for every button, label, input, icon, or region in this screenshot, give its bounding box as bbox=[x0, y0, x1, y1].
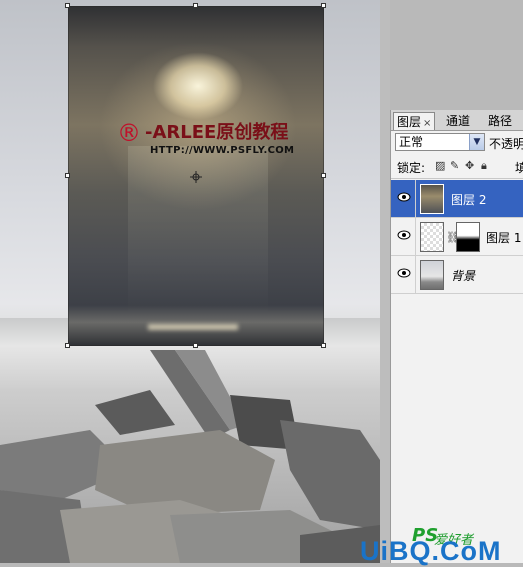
registered-mark: ® bbox=[117, 119, 141, 147]
blend-mode-select[interactable]: 正常 ▼ bbox=[395, 133, 485, 151]
watermark-url: HTTP://WWW.PSFLY.COM bbox=[150, 145, 295, 156]
background-photo-rocks bbox=[0, 350, 380, 563]
transform-handle-top-left[interactable] bbox=[65, 3, 70, 8]
opacity-label: 不透明 bbox=[489, 137, 523, 151]
layer-name[interactable]: 图层 1 bbox=[486, 229, 521, 246]
transform-handle-bottom-center[interactable] bbox=[193, 343, 198, 348]
watermark-title: -ARLEE原创教程 bbox=[145, 122, 289, 143]
layer-row-layer-2[interactable]: 图层 2 bbox=[391, 180, 523, 218]
lock-label: 锁定: bbox=[397, 161, 426, 175]
blend-mode-value: 正常 bbox=[399, 135, 424, 149]
layer-thumbnail bbox=[420, 260, 444, 290]
panel-tabs: 图层 × 通道 路径 bbox=[391, 110, 523, 131]
transform-handle-bottom-left[interactable] bbox=[65, 343, 70, 348]
eye-icon[interactable] bbox=[397, 268, 411, 278]
tab-channels[interactable]: 通道 bbox=[443, 112, 473, 130]
transform-handle-middle-left[interactable] bbox=[65, 173, 70, 178]
close-icon[interactable]: × bbox=[423, 118, 431, 129]
transform-handle-top-right[interactable] bbox=[321, 3, 326, 8]
blend-row: 正常 ▼ 不透明 bbox=[391, 132, 523, 154]
document-canvas[interactable]: ® -ARLEE原创教程 HTTP://WWW.PSFLY.COM bbox=[0, 0, 380, 563]
eye-column-divider bbox=[415, 180, 416, 217]
sea-reflection bbox=[148, 324, 238, 330]
tab-layers-label: 图层 bbox=[397, 115, 422, 129]
tab-paths[interactable]: 路径 bbox=[485, 112, 515, 130]
layer-name[interactable]: 图层 2 bbox=[451, 191, 486, 208]
transform-handle-top-center[interactable] bbox=[193, 3, 198, 8]
transform-handle-bottom-right[interactable] bbox=[321, 343, 326, 348]
layers-panel: 图层 × 通道 路径 正常 ▼ 不透明 锁定: ▨ ✎ ✥ 🔒︎ 填 图层 2 ⛓ bbox=[390, 110, 523, 563]
layer-mask-thumbnail bbox=[456, 222, 480, 252]
eye-column-divider bbox=[415, 256, 416, 293]
lock-transparency-icon[interactable]: ▨ bbox=[435, 160, 446, 171]
tab-layers[interactable]: 图层 × bbox=[393, 112, 436, 130]
layer-thumbnail bbox=[420, 222, 444, 252]
lock-move-icon[interactable]: ✥ bbox=[465, 160, 476, 171]
fill-label: 填 bbox=[515, 161, 523, 175]
layer-row-layer-1[interactable]: ⛓ 图层 1 bbox=[391, 218, 523, 256]
watermark: ® -ARLEE原创教程 HTTP://WWW.PSFLY.COM bbox=[117, 120, 327, 160]
lock-brush-icon[interactable]: ✎ bbox=[450, 160, 461, 171]
transform-center-icon[interactable] bbox=[190, 171, 202, 183]
site-logo: PS 爱好者 UiBQ.CoM bbox=[360, 525, 523, 566]
eye-column-divider bbox=[415, 218, 416, 255]
logo-site: UiBQ.CoM bbox=[360, 536, 502, 566]
layer-row-background[interactable]: 背景 bbox=[391, 256, 523, 294]
workspace-gutter bbox=[380, 0, 390, 563]
layer-thumbnail bbox=[420, 184, 444, 214]
lock-all-icon[interactable]: 🔒︎ bbox=[481, 160, 492, 171]
transform-handle-middle-right[interactable] bbox=[321, 173, 326, 178]
chevron-down-icon[interactable]: ▼ bbox=[469, 134, 484, 150]
tab-paths-label: 路径 bbox=[488, 114, 513, 128]
tab-channels-label: 通道 bbox=[446, 114, 471, 128]
eye-icon[interactable] bbox=[397, 230, 411, 240]
layer-name[interactable]: 背景 bbox=[451, 267, 475, 284]
lock-row: 锁定: ▨ ✎ ✥ 🔒︎ 填 bbox=[391, 156, 523, 179]
eye-icon[interactable] bbox=[397, 192, 411, 202]
